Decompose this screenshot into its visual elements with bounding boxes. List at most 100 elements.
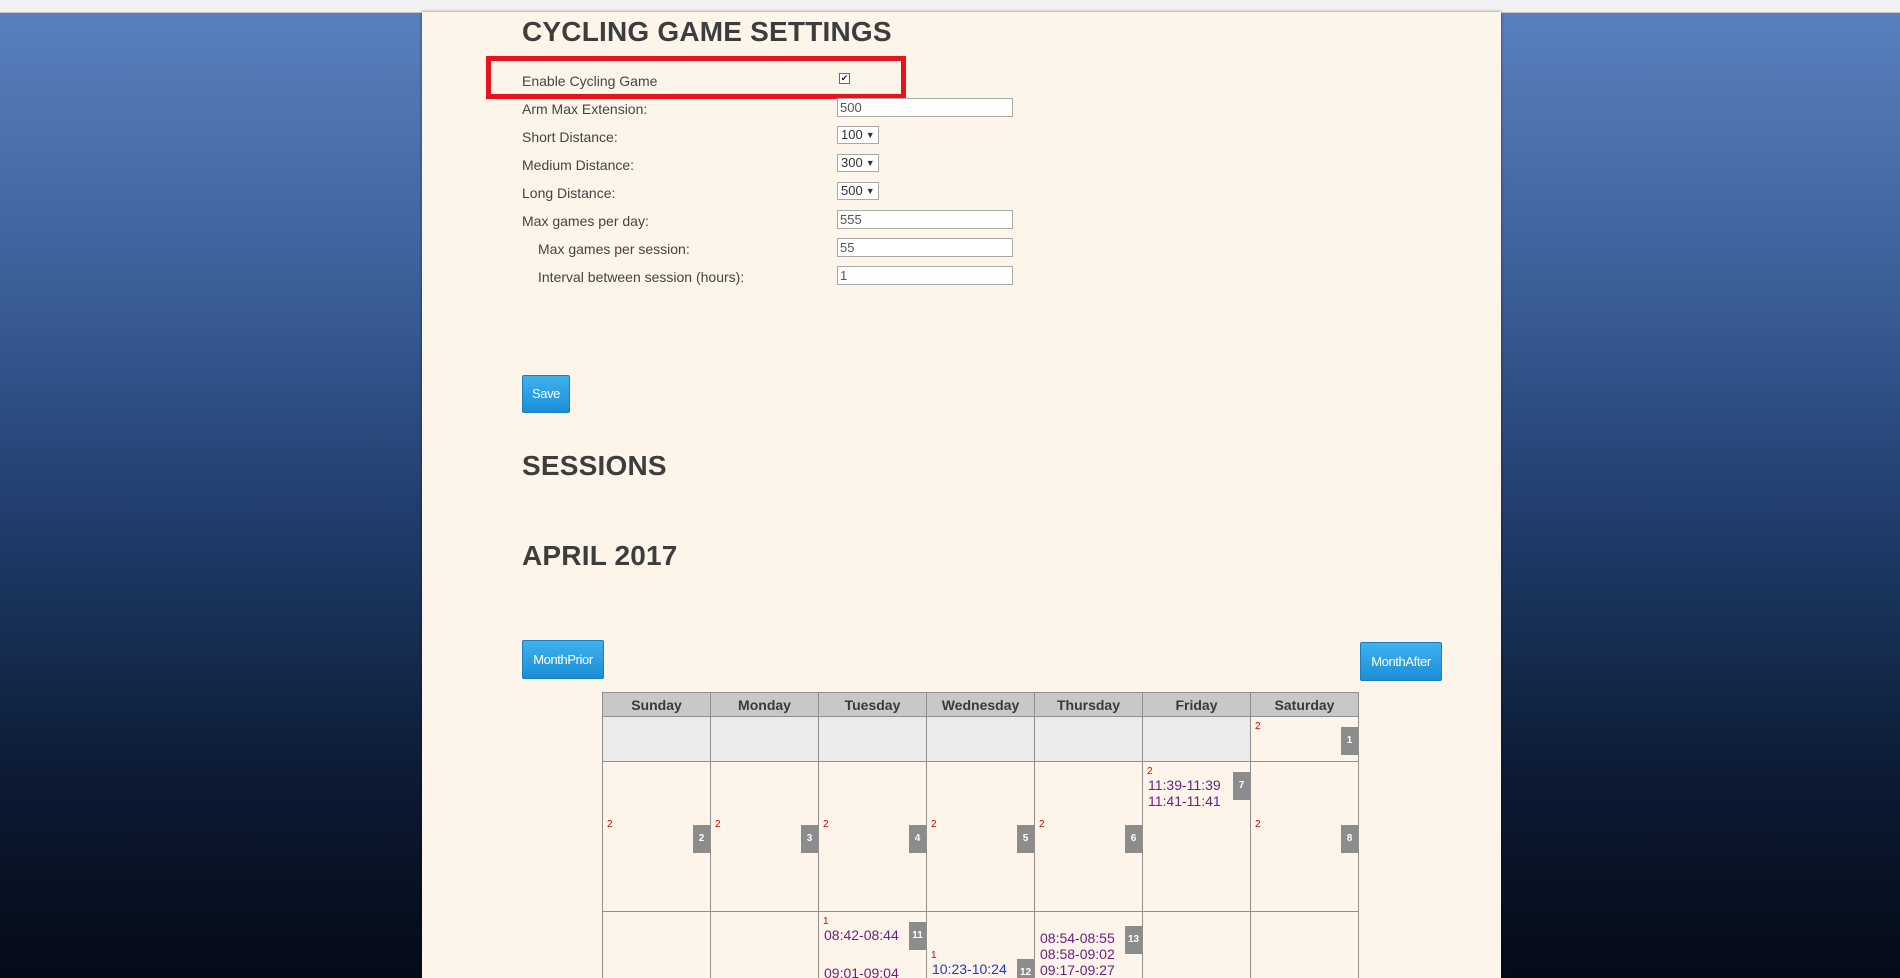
calendar-week-row: 2 1 [602, 716, 1359, 762]
day-number: 4 [909, 825, 926, 853]
short-row: Short Distance: 100 ▼ [522, 124, 1122, 150]
session-time[interactable]: 09:01-09:04 [824, 965, 899, 978]
day-header-sunday: Sunday [602, 692, 711, 717]
day-number: 5 [1017, 825, 1034, 853]
day-number: 12 [1017, 959, 1034, 978]
calendar-cell[interactable]: 1 12 10:23-10:24 [926, 911, 1035, 978]
day-number: 8 [1341, 825, 1358, 853]
day-number: 3 [801, 825, 818, 853]
max-day-label: Max games per day: [522, 213, 649, 229]
session-count: 1 [823, 916, 829, 927]
max-day-row: Max games per day: 555 [522, 208, 1122, 234]
arm-input[interactable]: 500 [837, 98, 1013, 117]
session-count: 1 [931, 950, 937, 961]
calendar-cell[interactable] [1250, 911, 1359, 978]
medium-select-value: 300 [841, 155, 863, 170]
calendar-cell[interactable]: 13 08:54-08:55 08:58-09:02 09:17-09:27 [1034, 911, 1143, 978]
session-count: 2 [1147, 766, 1153, 777]
max-session-row: Max games per session: 55 [522, 236, 1122, 262]
calendar-cell[interactable]: 2 3 [710, 761, 819, 912]
interval-input[interactable]: 1 [837, 266, 1013, 285]
session-time[interactable]: 08:58-09:02 [1040, 946, 1115, 962]
calendar-week-row: 2 2 2 3 2 4 2 5 2 6 2 7 11:39-11:39 11:4… [602, 761, 1359, 912]
session-count: 2 [823, 819, 829, 830]
long-select[interactable]: 500 ▼ [837, 182, 879, 200]
enable-row: Enable Cycling Game ✔ [522, 68, 1122, 94]
day-header-wednesday: Wednesday [926, 692, 1035, 717]
day-number: 6 [1125, 825, 1142, 853]
calendar-cell-empty [926, 716, 1035, 762]
interval-row: Interval between session (hours): 1 [522, 264, 1122, 290]
day-header-tuesday: Tuesday [818, 692, 927, 717]
long-row: Long Distance: 500 ▼ [522, 180, 1122, 206]
calendar-cell[interactable] [602, 911, 711, 978]
session-count: 2 [1039, 819, 1045, 830]
month-title: APRIL 2017 [522, 540, 678, 571]
calendar-cell[interactable]: 2 8 [1250, 761, 1359, 912]
short-select[interactable]: 100 ▼ [837, 126, 879, 144]
day-number: 2 [693, 825, 710, 853]
calendar-cell[interactable]: 2 5 [926, 761, 1035, 912]
calendar-week-row: 1 11 08:42-08:44 09:01-09:04 1 12 10:23-… [602, 911, 1359, 978]
calendar-cell[interactable]: 2 6 [1034, 761, 1143, 912]
medium-select[interactable]: 300 ▼ [837, 154, 879, 172]
interval-label: Interval between session (hours): [538, 269, 745, 285]
session-count: 2 [715, 819, 721, 830]
max-session-input[interactable]: 55 [837, 238, 1013, 257]
dropdown-arrow-icon: ▼ [865, 158, 875, 168]
calendar-cell[interactable]: 2 7 11:39-11:39 11:41-11:41 [1142, 761, 1251, 912]
month-prior-button[interactable]: MonthPrior [522, 640, 604, 679]
calendar-cell-empty [602, 716, 711, 762]
calendar-cell[interactable] [710, 911, 819, 978]
day-header-saturday: Saturday [1250, 692, 1359, 717]
calendar-header-row: Sunday Monday Tuesday Wednesday Thursday… [602, 692, 1359, 717]
session-time[interactable]: 11:41-11:41 [1148, 793, 1221, 809]
medium-row: Medium Distance: 300 ▼ [522, 152, 1122, 178]
max-session-label: Max games per session: [538, 241, 690, 257]
long-select-value: 500 [841, 183, 863, 198]
calendar-cell[interactable]: 1 11 08:42-08:44 09:01-09:04 [818, 911, 927, 978]
dropdown-arrow-icon: ▼ [865, 130, 875, 140]
medium-label: Medium Distance: [522, 157, 635, 173]
calendar-cell-empty [710, 716, 819, 762]
day-number: 11 [909, 922, 926, 950]
day-header-monday: Monday [710, 692, 819, 717]
arm-label: Arm Max Extension: [522, 101, 648, 117]
short-label: Short Distance: [522, 129, 618, 145]
calendar-cell[interactable]: 2 1 [1250, 716, 1359, 762]
session-time[interactable]: 08:42-08:44 [824, 927, 899, 943]
day-number: 1 [1341, 727, 1358, 755]
dropdown-arrow-icon: ▼ [865, 186, 875, 196]
session-count: 2 [931, 819, 937, 830]
settings-title: CYCLING GAME SETTINGS [522, 16, 892, 47]
enable-control: ✔ [837, 70, 850, 84]
session-count: 2 [607, 819, 613, 830]
calendar-cell-empty [1034, 716, 1143, 762]
calendar-cell[interactable]: 2 4 [818, 761, 927, 912]
day-number: 7 [1233, 772, 1250, 800]
calendar-cell[interactable]: 2 2 [602, 761, 711, 912]
day-header-friday: Friday [1142, 692, 1251, 717]
month-after-button[interactable]: MonthAfter [1360, 642, 1442, 681]
session-time[interactable]: 10:23-10:24 [932, 961, 1007, 977]
calendar-cell[interactable] [1142, 911, 1251, 978]
long-label: Long Distance: [522, 185, 616, 201]
main-content: CYCLING GAME SETTINGS Enable Cycling Gam… [422, 12, 1501, 978]
short-select-value: 100 [841, 127, 863, 142]
day-header-thursday: Thursday [1034, 692, 1143, 717]
session-count: 2 [1255, 721, 1261, 732]
calendar-cell-empty [1142, 716, 1251, 762]
arm-row: Arm Max Extension: 500 [522, 96, 1122, 122]
max-day-input[interactable]: 555 [837, 210, 1013, 229]
session-count: 2 [1255, 819, 1261, 830]
enable-checkbox[interactable]: ✔ [839, 73, 850, 84]
session-time[interactable]: 09:17-09:27 [1040, 962, 1115, 978]
sessions-title: SESSIONS [522, 450, 667, 481]
calendar-cell-empty [818, 716, 927, 762]
day-number: 13 [1125, 926, 1142, 954]
save-button[interactable]: Save [522, 375, 570, 413]
enable-label: Enable Cycling Game [522, 73, 658, 89]
calendar: Sunday Monday Tuesday Wednesday Thursday… [602, 692, 1359, 978]
session-time[interactable]: 08:54-08:55 [1040, 930, 1115, 946]
session-time[interactable]: 11:39-11:39 [1148, 777, 1221, 793]
